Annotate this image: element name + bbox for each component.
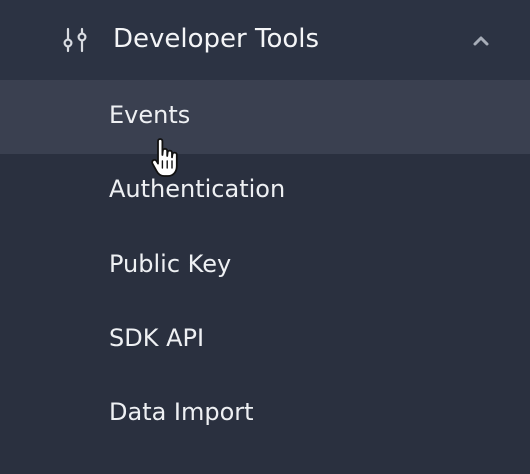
nav-item-label: SDK API — [109, 324, 205, 352]
nav-item-public-key[interactable]: Public Key — [0, 229, 530, 303]
sliders-icon — [63, 27, 87, 53]
nav-item-label: Data Import — [109, 398, 254, 426]
nav-item-data-import[interactable]: Data Import — [0, 377, 530, 451]
developer-tools-sidebar: Developer Tools Events Authentication Pu… — [0, 0, 530, 474]
nav-item-label: Authentication — [109, 175, 286, 203]
nav-item-sdk-api[interactable]: SDK API — [0, 303, 530, 377]
section-title: Developer Tools — [113, 24, 320, 54]
nav-item-label: Events — [109, 101, 191, 129]
nav-item-authentication[interactable]: Authentication — [0, 154, 530, 228]
chevron-up-icon[interactable] — [470, 32, 492, 50]
developer-tools-section-header[interactable]: Developer Tools — [0, 0, 530, 80]
nav-item-label: Public Key — [109, 250, 232, 278]
nav-item-events[interactable]: Events — [0, 80, 530, 154]
